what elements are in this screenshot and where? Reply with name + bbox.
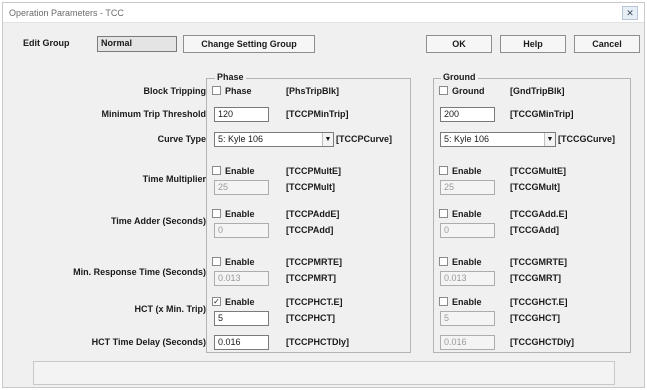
- hct-label: HCT (x Min. Trip): [134, 304, 207, 314]
- phase-ta-tag: [TCCPAdd]: [286, 225, 334, 235]
- phase-ta-enable-checkbox[interactable]: [212, 209, 221, 218]
- edit-group-label: Edit Group: [23, 38, 70, 48]
- chevron-down-icon[interactable]: ▼: [544, 133, 555, 146]
- ground-hct-enable-tag: [TCCGHCT.E]: [510, 297, 568, 307]
- phase-mr-input[interactable]: 0.013: [214, 271, 269, 286]
- ground-curve-select[interactable]: 5: Kyle 106 ▼: [440, 132, 556, 147]
- phase-block-label: Phase: [225, 86, 252, 96]
- phase-min-trip-tag: [TCCPMinTrip]: [286, 109, 349, 119]
- ground-hct-enable-checkbox[interactable]: [439, 297, 448, 306]
- ground-hct-tag: [TCCGHCT]: [510, 313, 560, 323]
- ground-hct-input[interactable]: 5: [440, 311, 495, 326]
- edit-group-field[interactable]: Normal: [97, 36, 177, 52]
- block-tripping-label: Block Tripping: [143, 86, 206, 96]
- ground-hct-enable-label: Enable: [452, 297, 482, 307]
- phase-mr-enable-label: Enable: [225, 257, 255, 267]
- min-response-time-label: Min. Response Time (Seconds): [73, 267, 206, 277]
- window-title: Operation Parameters - TCC: [9, 8, 124, 18]
- phase-hct-enable-checkbox[interactable]: ✓: [212, 297, 221, 306]
- phase-curve-tag: [TCCPCurve]: [336, 134, 393, 144]
- phase-curve-value: 5: Kyle 106: [218, 134, 264, 144]
- phase-mr-tag: [TCCPMRT]: [286, 273, 336, 283]
- help-button[interactable]: Help: [500, 35, 566, 53]
- ground-tm-enable-checkbox[interactable]: [439, 166, 448, 175]
- curve-type-label: Curve Type: [157, 134, 206, 144]
- ground-hct-delay-tag: [TCCGHCTDly]: [510, 337, 574, 347]
- phase-mr-enable-checkbox[interactable]: [212, 257, 221, 266]
- phase-curve-select[interactable]: 5: Kyle 106 ▼: [214, 132, 334, 147]
- ground-ta-enable-checkbox[interactable]: [439, 209, 448, 218]
- phase-mr-enable-tag: [TCCPMRTE]: [286, 257, 342, 267]
- hct-time-delay-label: HCT Time Delay (Seconds): [91, 337, 206, 347]
- change-setting-group-button[interactable]: Change Setting Group: [183, 35, 315, 53]
- phase-block-checkbox[interactable]: [212, 86, 221, 95]
- ground-min-trip-tag: [TCCGMinTrip]: [510, 109, 574, 119]
- ground-block-tag: [GndTripBlk]: [510, 86, 565, 96]
- close-button[interactable]: ✕: [622, 6, 638, 20]
- ground-mr-enable-checkbox[interactable]: [439, 257, 448, 266]
- ground-group-title: Ground: [441, 72, 478, 82]
- phase-min-trip-input[interactable]: 120: [214, 107, 269, 122]
- phase-ta-enable-tag: [TCCPAddE]: [286, 209, 340, 219]
- phase-hct-delay-tag: [TCCPHCTDly]: [286, 337, 349, 347]
- cancel-button[interactable]: Cancel: [574, 35, 640, 53]
- phase-tm-enable-checkbox[interactable]: [212, 166, 221, 175]
- phase-tm-enable-label: Enable: [225, 166, 255, 176]
- ground-tm-tag: [TCCGMult]: [510, 182, 560, 192]
- ground-curve-value: 5: Kyle 106: [444, 134, 490, 144]
- ok-button[interactable]: OK: [426, 35, 492, 53]
- ground-block-label: Ground: [452, 86, 485, 96]
- ground-min-trip-input[interactable]: 200: [440, 107, 495, 122]
- phase-block-tag: [PhsTripBlk]: [286, 86, 340, 96]
- ground-mr-enable-tag: [TCCGMRTE]: [510, 257, 567, 267]
- phase-hct-input[interactable]: 5: [214, 311, 269, 326]
- ground-mr-input[interactable]: 0.013: [440, 271, 495, 286]
- ground-curve-tag: [TCCGCurve]: [558, 134, 616, 144]
- phase-hct-tag: [TCCPHCT]: [286, 313, 335, 323]
- min-trip-threshold-label: Minimum Trip Threshold: [101, 109, 206, 119]
- ground-block-checkbox[interactable]: [439, 86, 448, 95]
- time-adder-label: Time Adder (Seconds): [110, 216, 206, 226]
- phase-tm-tag: [TCCPMult]: [286, 182, 335, 192]
- phase-ta-enable-label: Enable: [225, 209, 255, 219]
- title-bar: Operation Parameters - TCC ✕: [3, 3, 644, 23]
- phase-hct-enable-tag: [TCCPHCT.E]: [286, 297, 343, 307]
- time-multiplier-label: Time Multiplier: [142, 174, 206, 184]
- status-panel: [33, 361, 615, 385]
- phase-hct-delay-input[interactable]: 0.016: [214, 335, 269, 350]
- phase-tm-input[interactable]: 25: [214, 180, 269, 195]
- chevron-down-icon[interactable]: ▼: [322, 133, 333, 146]
- ground-ta-enable-tag: [TCCGAdd.E]: [510, 209, 568, 219]
- phase-tm-enable-tag: [TCCPMultE]: [286, 166, 341, 176]
- ground-ta-enable-label: Enable: [452, 209, 482, 219]
- ground-tm-enable-label: Enable: [452, 166, 482, 176]
- ground-ta-tag: [TCCGAdd]: [510, 225, 559, 235]
- dialog-window: Operation Parameters - TCC ✕ Edit Group …: [2, 2, 645, 388]
- phase-ta-input[interactable]: 0: [214, 223, 269, 238]
- ground-tm-input[interactable]: 25: [440, 180, 495, 195]
- phase-hct-enable-label: Enable: [225, 297, 255, 307]
- ground-mr-tag: [TCCGMRT]: [510, 273, 561, 283]
- ground-tm-enable-tag: [TCCGMultE]: [510, 166, 566, 176]
- phase-group-title: Phase: [215, 72, 246, 82]
- ground-ta-input[interactable]: 0: [440, 223, 495, 238]
- ground-hct-delay-input[interactable]: 0.016: [440, 335, 495, 350]
- ground-mr-enable-label: Enable: [452, 257, 482, 267]
